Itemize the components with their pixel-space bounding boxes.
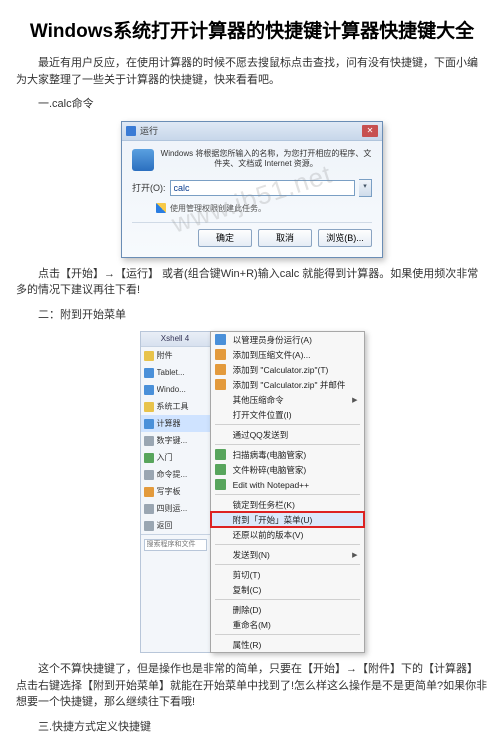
menu-item-icon (215, 479, 226, 490)
menu-separator (215, 634, 360, 635)
cancel-button[interactable]: 取消 (258, 229, 312, 247)
run-dialog: 运行 ✕ www.jb51.net Windows 将根据您所输入的名称，为您打… (121, 121, 383, 258)
section-1-label: 一.calc命令 (16, 96, 488, 113)
start-item[interactable]: 计算器 (141, 415, 210, 432)
admin-note: 使用管理权限创建此任务。 (156, 203, 372, 214)
run-dialog-figure: 运行 ✕ www.jb51.net Windows 将根据您所输入的名称，为您打… (16, 121, 488, 258)
start-menu-panel: Xshell 4 附件Tablet...Windo...系统工具计算器数字键..… (140, 331, 210, 653)
start-item[interactable]: Tablet... (141, 364, 210, 381)
run-titlebar: 运行 ✕ (122, 122, 382, 141)
menu-separator (215, 599, 360, 600)
menu-item[interactable]: 添加到压缩文件(A)... (211, 347, 364, 362)
back-row[interactable]: 返回 (141, 517, 210, 534)
start-item[interactable]: 系统工具 (141, 398, 210, 415)
menu-item[interactable]: Edit with Notepad++ (211, 477, 364, 492)
start-item[interactable]: 命令提... (141, 466, 210, 483)
menu-separator (215, 544, 360, 545)
menu-item[interactable]: 文件粉碎(电脑管家) (211, 462, 364, 477)
submenu-arrow-icon: ▶ (352, 396, 357, 404)
item-icon (144, 402, 154, 412)
run-input[interactable] (170, 180, 356, 196)
intro-paragraph: 最近有用户反应，在使用计算器的时候不愿去搜鼠标点击查找，问有没有快捷键，下面小编… (16, 55, 488, 88)
menu-item[interactable]: 剪切(T) (211, 567, 364, 582)
menu-item[interactable]: 添加到 "Calculator.zip" 并邮件 (211, 377, 364, 392)
menu-separator (215, 444, 360, 445)
context-menu: 以管理员身份运行(A)添加到压缩文件(A)...添加到 "Calculator.… (210, 331, 365, 653)
section-3-label: 三.快捷方式定义快捷键 (16, 719, 488, 736)
section-2-label: 二：附到开始菜单 (16, 307, 488, 324)
run-title-text: 运行 (140, 124, 158, 137)
menu-item[interactable]: 通过QQ发送到 (211, 427, 364, 442)
menu-item[interactable]: 还原以前的版本(V) (211, 527, 364, 542)
item-icon (144, 351, 154, 361)
item-icon (144, 436, 154, 446)
item-icon (144, 368, 154, 378)
start-item[interactable]: 数字键... (141, 432, 210, 449)
item-icon (144, 487, 154, 497)
item-icon (144, 453, 154, 463)
run-title-icon (126, 126, 136, 136)
menu-item-icon (215, 364, 226, 375)
menu-item-icon (215, 449, 226, 460)
menu-item[interactable]: 发送到(N)▶ (211, 547, 364, 562)
menu-item[interactable]: 添加到 "Calculator.zip"(T) (211, 362, 364, 377)
menu-item-icon (215, 334, 226, 345)
submenu-arrow-icon: ▶ (352, 551, 357, 559)
run-app-icon (132, 149, 154, 171)
menu-item[interactable]: 删除(D) (211, 602, 364, 617)
shield-icon (156, 203, 166, 213)
item-icon (144, 419, 154, 429)
start-item[interactable]: 四则运... (141, 500, 210, 517)
back-icon (144, 521, 154, 531)
open-label: 打开(O): (132, 181, 166, 194)
menu-item-icon (215, 379, 226, 390)
close-icon[interactable]: ✕ (362, 125, 378, 137)
menu-separator (215, 424, 360, 425)
ok-button[interactable]: 确定 (198, 229, 252, 247)
menu-item[interactable]: 锁定到任务栏(K) (211, 497, 364, 512)
browse-button[interactable]: 浏览(B)... (318, 229, 372, 247)
menu-item[interactable]: 复制(C) (211, 582, 364, 597)
paragraph-2: 这个不算快捷键了，但是操作也是非常的简单，只要在【开始】→【附件】下的【计算器】… (16, 661, 488, 711)
item-icon (144, 385, 154, 395)
paragraph-1: 点击【开始】→【运行】 或者(组合键Win+R)输入calc 就能得到计算器。如… (16, 266, 488, 299)
page-title: Windows系统打开计算器的快捷键计算器快捷键大全 (16, 16, 488, 43)
menu-item-icon (215, 349, 226, 360)
menu-item[interactable]: 重命名(M) (211, 617, 364, 632)
menu-separator (215, 494, 360, 495)
context-menu-figure: Xshell 4 附件Tablet...Windo...系统工具计算器数字键..… (16, 331, 488, 653)
menu-item[interactable]: 属性(R) (211, 637, 364, 652)
menu-item[interactable]: 其他压缩命令▶ (211, 392, 364, 407)
start-item[interactable]: 附件 (141, 347, 210, 364)
start-item[interactable]: 入门 (141, 449, 210, 466)
menu-item-icon (215, 464, 226, 475)
search-input[interactable] (144, 539, 207, 551)
menu-item[interactable]: 打开文件位置(I) (211, 407, 364, 422)
dropdown-icon[interactable]: ▾ (359, 179, 372, 197)
item-icon (144, 470, 154, 480)
menu-item[interactable]: 附到「开始」菜单(U) (211, 512, 364, 527)
menu-item[interactable]: 以管理员身份运行(A) (211, 332, 364, 347)
start-header: Xshell 4 (141, 332, 210, 347)
item-icon (144, 504, 154, 514)
start-item[interactable]: 写字板 (141, 483, 210, 500)
menu-item[interactable]: 扫描病毒(电脑管家) (211, 447, 364, 462)
menu-separator (215, 564, 360, 565)
start-item[interactable]: Windo... (141, 381, 210, 398)
run-description: Windows 将根据您所输入的名称，为您打开相应的程序、文件夹、文档或 Int… (160, 149, 372, 171)
